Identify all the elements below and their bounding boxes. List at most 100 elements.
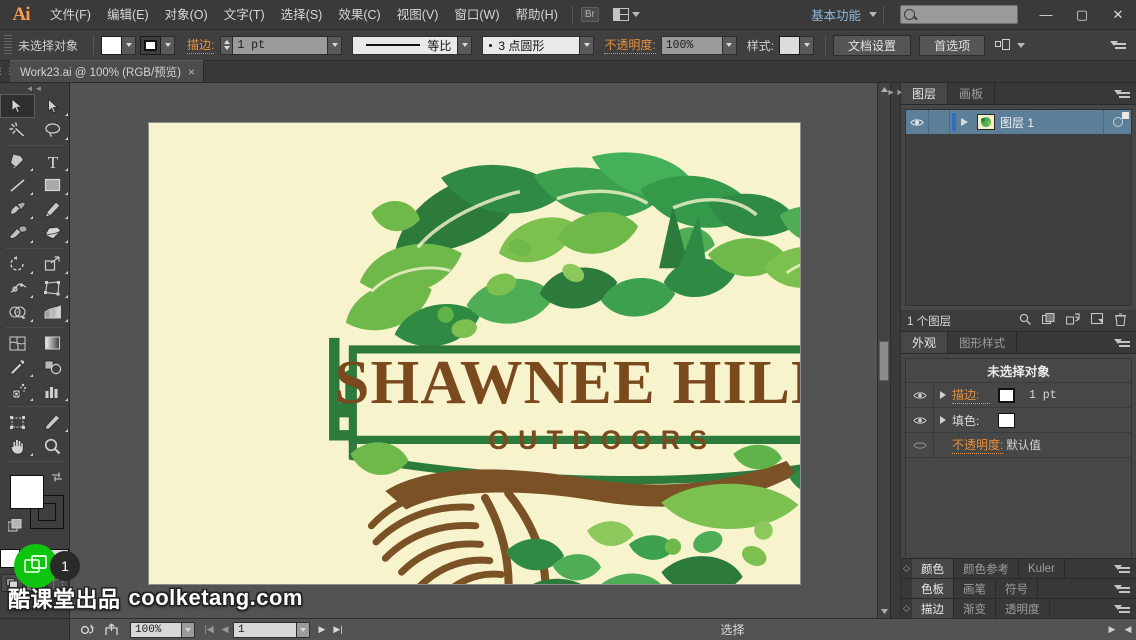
stroke-profile-control[interactable]: 等比: [352, 35, 473, 55]
canvas-area[interactable]: SHAWNEE HILLS OUTDOORS: [70, 83, 890, 618]
stroke-visibility-icon[interactable]: [906, 383, 934, 407]
appearance-row-stroke[interactable]: 描边: 1 pt: [906, 383, 1131, 408]
scale-tool[interactable]: [35, 252, 70, 276]
stroke-panel-grip[interactable]: ◇: [901, 599, 912, 618]
make-clipping-mask-icon[interactable]: [1041, 312, 1055, 328]
layers-panel-menu-icon[interactable]: [1114, 88, 1130, 100]
gradient-tool[interactable]: [35, 331, 70, 355]
arrange-documents-button[interactable]: [612, 8, 640, 21]
menu-effect[interactable]: 效果(C): [330, 0, 388, 30]
artboard-number-control[interactable]: 1: [233, 621, 310, 638]
preferences-button[interactable]: 首选项: [919, 34, 986, 56]
appearance-panel-menu-icon[interactable]: [1114, 337, 1130, 349]
appearance-stroke-value[interactable]: 1 pt: [1029, 389, 1057, 402]
tab-color[interactable]: 颜色: [912, 559, 954, 578]
artboard-input[interactable]: 1: [233, 621, 297, 638]
appearance-fill-swatch[interactable]: [998, 412, 1015, 428]
appearance-stroke-label[interactable]: 描边:: [952, 386, 990, 404]
close-icon[interactable]: ×: [188, 66, 195, 78]
stroke-label[interactable]: 描边:: [187, 36, 215, 54]
appearance-fill-label[interactable]: 填色:: [952, 412, 990, 429]
stepper-down-icon[interactable]: [223, 46, 230, 50]
vertical-scroll-thumb[interactable]: [879, 341, 889, 381]
delete-layer-icon[interactable]: [1115, 312, 1126, 329]
dock-collapse-button[interactable]: ►►: [887, 83, 904, 618]
share-icon[interactable]: [100, 619, 124, 640]
tab-stroke[interactable]: 描边: [912, 599, 954, 618]
opacity-dropdown[interactable]: [722, 35, 737, 55]
column-graph-tool[interactable]: [35, 379, 70, 403]
tab-swatches[interactable]: 色板: [912, 579, 954, 598]
graphic-style-swatch[interactable]: [779, 35, 801, 55]
stroke-profile-preview[interactable]: 等比: [352, 35, 459, 55]
zoom-tool[interactable]: [35, 434, 70, 458]
stepper-up-icon[interactable]: [223, 40, 230, 44]
document-tab[interactable]: Work23.ai @ 100% (RGB/预览) ×: [10, 60, 205, 82]
direct-selection-tool[interactable]: [35, 94, 70, 118]
tab-brushes[interactable]: 画笔: [954, 579, 996, 598]
eyedropper-tool[interactable]: [0, 355, 35, 379]
appearance-row-opacity[interactable]: 不透明度: 默认值: [906, 433, 1131, 458]
appearance-stroke-swatch[interactable]: [998, 387, 1015, 403]
appearance-row-fill[interactable]: 填色:: [906, 408, 1131, 433]
document-setup-button[interactable]: 文档设置: [833, 34, 912, 56]
logo-artwork[interactable]: SHAWNEE HILLS OUTDOORS: [149, 123, 800, 584]
brush-definition-preview[interactable]: 3 点圆形: [482, 35, 581, 55]
blob-brush-tool[interactable]: [0, 221, 35, 245]
brush-definition-dropdown[interactable]: [580, 35, 595, 55]
default-fill-stroke-icon[interactable]: [8, 519, 22, 533]
artboard[interactable]: SHAWNEE HILLS OUTDOORS: [149, 123, 800, 584]
opacity-visibility-icon[interactable]: [906, 433, 934, 457]
tab-kuler[interactable]: Kuler: [1019, 559, 1065, 578]
menu-window[interactable]: 窗口(W): [446, 0, 507, 30]
stroke-weight-control[interactable]: 1 pt: [220, 35, 343, 55]
graphic-style-dropdown[interactable]: [800, 35, 815, 55]
prev-artboard-icon[interactable]: ◀: [217, 619, 233, 640]
menu-file[interactable]: 文件(F): [42, 0, 99, 30]
selection-tool[interactable]: [0, 94, 35, 118]
minimize-button[interactable]: —: [1028, 0, 1064, 30]
menu-object[interactable]: 对象(O): [157, 0, 216, 30]
rectangle-tool[interactable]: [35, 173, 70, 197]
tab-symbols[interactable]: 符号: [996, 579, 1038, 598]
tab-appearance[interactable]: 外观: [901, 332, 949, 353]
align-chevron-down-icon[interactable]: [1017, 42, 1026, 48]
close-button[interactable]: ✕: [1100, 0, 1136, 30]
toolbox-grip[interactable]: ◄◄: [0, 83, 69, 94]
magic-wand-tool[interactable]: [0, 118, 35, 142]
fill-visibility-icon[interactable]: [906, 408, 934, 432]
tab-graphic-styles[interactable]: 图形样式: [948, 332, 1018, 353]
preview-mode-icon[interactable]: [76, 619, 100, 640]
canvas-vertical-scrollbar[interactable]: [877, 83, 890, 618]
symbol-sprayer-tool[interactable]: [0, 379, 35, 403]
eraser-tool[interactable]: [35, 221, 70, 245]
maximize-button[interactable]: ▢: [1064, 0, 1100, 30]
layer-row[interactable]: 图层 1: [906, 110, 1131, 134]
pen-tool[interactable]: [0, 149, 35, 173]
next-artboard-icon[interactable]: ▶: [314, 619, 330, 640]
zoom-control[interactable]: 100%: [130, 621, 195, 638]
menu-select[interactable]: 选择(S): [273, 0, 331, 30]
zoom-input[interactable]: 100%: [130, 621, 182, 638]
stroke-weight-input[interactable]: 1 pt: [232, 35, 329, 55]
stroke-color-control[interactable]: [140, 35, 176, 55]
width-tool[interactable]: [0, 276, 35, 300]
status-expand-left-icon[interactable]: ◀: [1120, 619, 1136, 640]
first-artboard-icon[interactable]: |◀: [201, 619, 217, 640]
artboard-dropdown[interactable]: [297, 621, 310, 638]
menu-view[interactable]: 视图(V): [389, 0, 447, 30]
layer-list[interactable]: 图层 1: [905, 109, 1132, 306]
layer-lock-toggle[interactable]: [928, 110, 950, 134]
stroke-weight-stepper[interactable]: [220, 35, 233, 55]
hand-tool[interactable]: [0, 434, 35, 458]
last-artboard-icon[interactable]: ▶|: [330, 619, 346, 640]
brush-definition-control[interactable]: 3 点圆形: [482, 35, 595, 55]
menu-edit[interactable]: 编辑(E): [99, 0, 157, 30]
pencil-tool[interactable]: [35, 197, 70, 221]
fill-swatch[interactable]: [101, 35, 123, 55]
status-expand-right-icon[interactable]: ▶: [1104, 619, 1120, 640]
slice-tool[interactable]: [35, 410, 70, 434]
menu-help[interactable]: 帮助(H): [508, 0, 566, 30]
stroke-dropdown-button[interactable]: [161, 35, 176, 55]
graphic-style-control[interactable]: [779, 35, 815, 55]
